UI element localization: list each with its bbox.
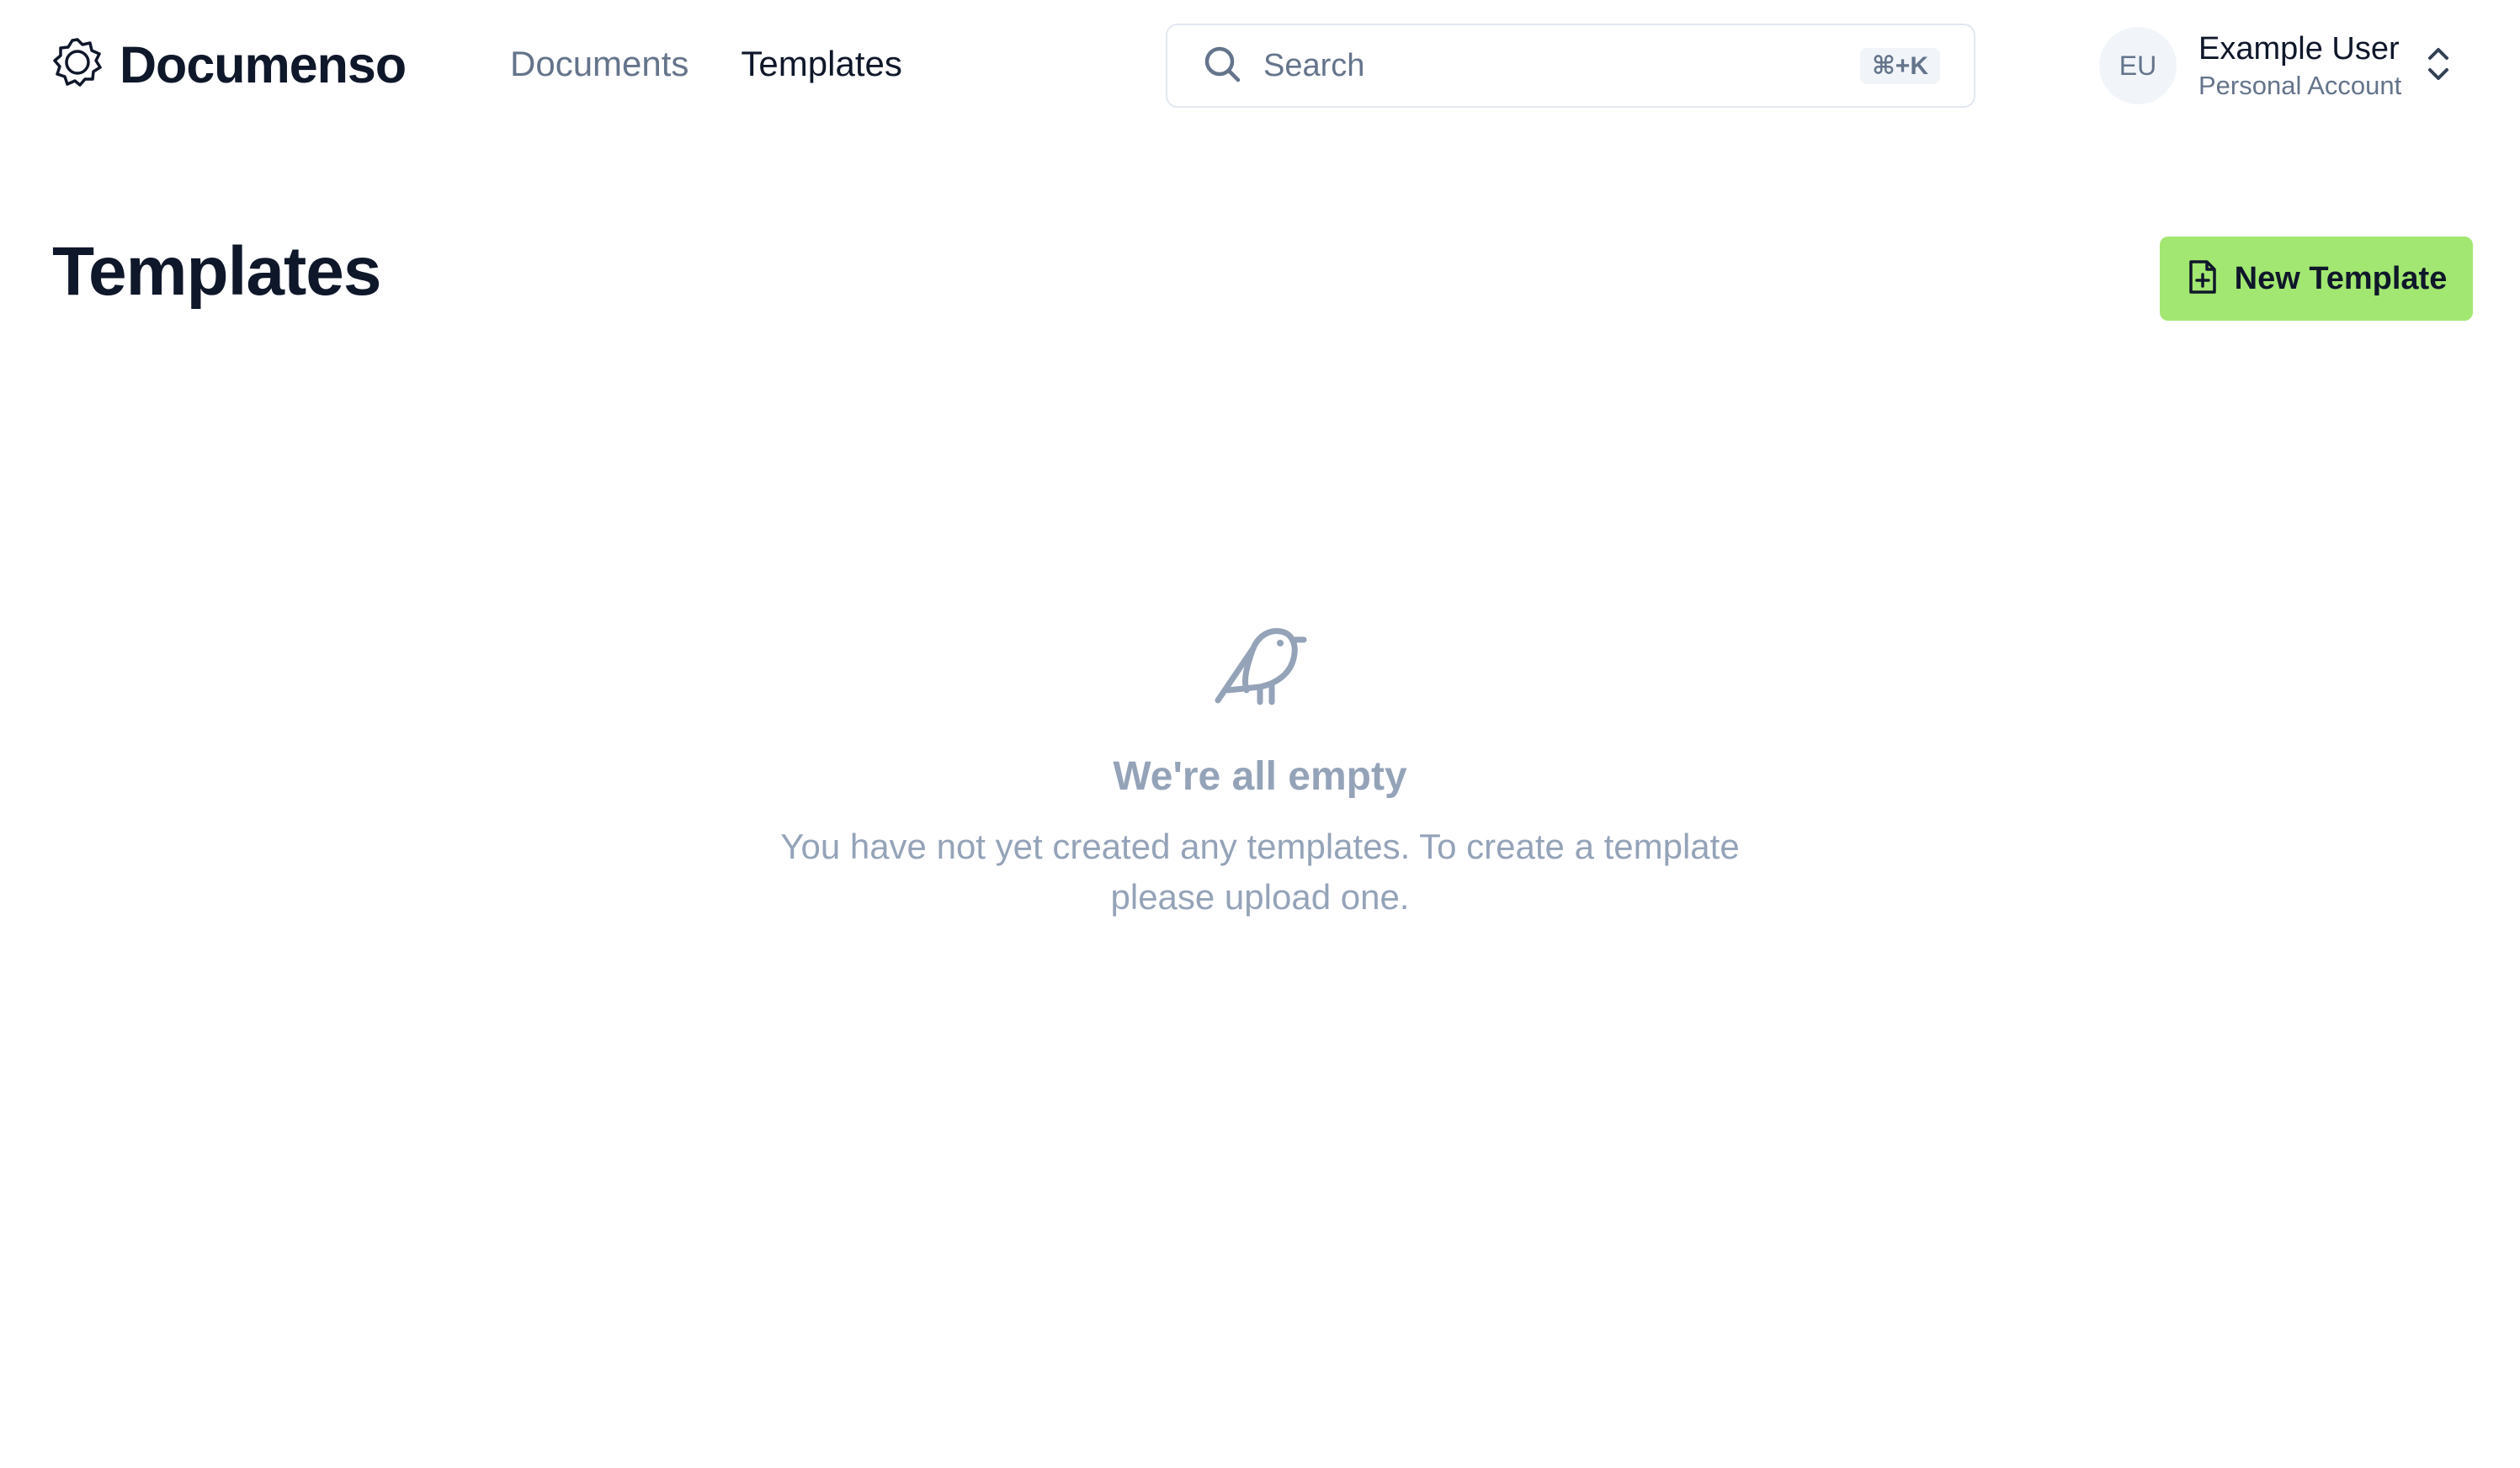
app-name: Documenso (120, 36, 407, 93)
empty-state-description: You have not yet created any templates. … (780, 827, 1740, 917)
empty-state-title: We're all empty (1113, 754, 1407, 799)
avatar: EU (2099, 27, 2177, 104)
account-type: Personal Account (2198, 71, 2402, 100)
search-shortcut-badge: ⌘+K (1859, 47, 1940, 84)
bird-icon (1209, 614, 1311, 713)
main-nav: Documents Templates (510, 42, 902, 86)
search-placeholder: Search (1263, 47, 1365, 83)
search-icon (1201, 43, 1263, 89)
chevrons-up-down-icon (2401, 44, 2454, 88)
account-switcher[interactable]: EU Example User Personal Account (2099, 27, 2454, 104)
nav-documents[interactable]: Documents (510, 42, 688, 86)
account-info: Example User Personal Account (2198, 29, 2401, 103)
new-template-label: New Template (2234, 260, 2448, 296)
documenso-logo-icon (51, 36, 104, 94)
search-input[interactable]: Search ⌘+K (1166, 24, 1975, 108)
new-template-button[interactable]: New Template (2160, 237, 2473, 321)
app-logo[interactable]: Documenso (51, 36, 407, 94)
nav-templates[interactable]: Templates (741, 42, 901, 86)
empty-state: We're all empty You have not yet created… (0, 614, 2520, 923)
top-header: Documenso Documents Templates Search ⌘+K… (0, 0, 2520, 131)
file-plus-icon (2186, 258, 2220, 300)
page-title: Templates (52, 233, 382, 310)
account-name: Example User (2198, 31, 2400, 66)
